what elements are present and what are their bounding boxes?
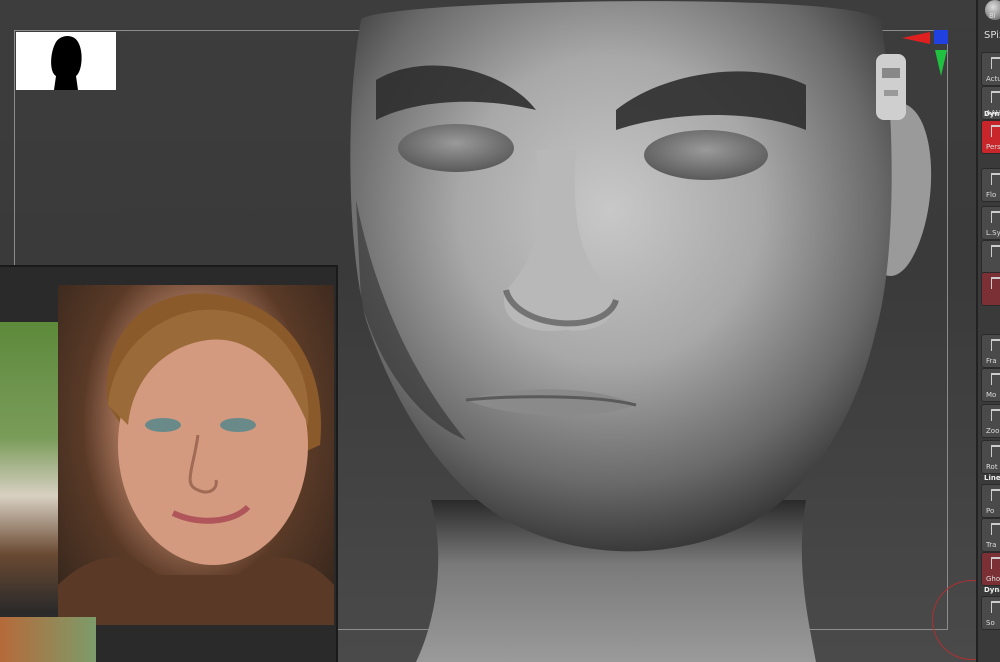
brush-label: Bl bbox=[989, 12, 996, 20]
frame-icon bbox=[991, 339, 1000, 351]
shelf-button-label: Mo bbox=[986, 391, 997, 399]
portrait-illustration bbox=[58, 293, 334, 625]
shelf-button-label: Pers bbox=[986, 143, 1000, 151]
xyz-icon bbox=[991, 245, 1000, 257]
actual-icon bbox=[991, 57, 1000, 69]
transparency-icon bbox=[991, 523, 1000, 535]
reference-portrait-image bbox=[58, 285, 334, 625]
shelf-button-label: Flo bbox=[986, 191, 997, 199]
shelf-button-label: Zoo bbox=[986, 427, 1000, 435]
shelf-button-label: L.Sy bbox=[986, 229, 1000, 237]
shelf-button-polyf[interactable]: Po bbox=[981, 484, 1000, 518]
ghost-icon bbox=[991, 557, 1000, 569]
floor-icon bbox=[991, 173, 1000, 185]
silhouette-thumbnail bbox=[16, 32, 116, 90]
shelf-button-label: Tra bbox=[986, 541, 997, 549]
shelf-button-label: Gho bbox=[986, 575, 1000, 583]
reference-image-left bbox=[0, 322, 58, 612]
reference-image-panel[interactable] bbox=[0, 265, 338, 662]
shelf-button-rotate[interactable]: Rot bbox=[981, 440, 1000, 474]
reference-image-bottom bbox=[0, 617, 96, 662]
shelf-button-solo[interactable]: So bbox=[981, 596, 1000, 630]
shelf-button-label: Rot bbox=[986, 463, 998, 471]
solo-icon bbox=[991, 601, 1000, 613]
shelf-button-persp[interactable]: Pers bbox=[981, 120, 1000, 154]
shelf-section-heading: Line bbox=[984, 474, 1000, 482]
shelf-button-lsym[interactable]: L.Sy bbox=[981, 206, 1000, 240]
shelf-button-transp[interactable]: Tra bbox=[981, 518, 1000, 552]
shelf-section-heading: Dyna bbox=[984, 110, 1000, 118]
right-tool-shelf: Bl SPix ActuAAHPersDynaFloL.SyFraMoZooRo… bbox=[976, 0, 1000, 662]
perspective-icon bbox=[991, 125, 1000, 137]
spix-label: SPix bbox=[984, 30, 1000, 41]
move-hand-icon bbox=[991, 373, 1000, 385]
shelf-button-floor[interactable]: Flo bbox=[981, 168, 1000, 202]
shelf-button-label: So bbox=[986, 619, 995, 627]
shelf-button-xyz[interactable] bbox=[981, 240, 1000, 274]
shelf-button-dyna2[interactable] bbox=[981, 272, 1000, 306]
silhouette-head-icon bbox=[51, 36, 82, 90]
shelf-button-actual[interactable]: Actu bbox=[981, 52, 1000, 86]
rotate-axis-icon bbox=[991, 277, 1000, 289]
viewport-canvas[interactable] bbox=[0, 0, 976, 662]
axis-gizmo-icon[interactable] bbox=[902, 30, 952, 78]
shelf-button-label: Fra bbox=[986, 357, 997, 365]
shelf-button-ghost[interactable]: Gho bbox=[981, 552, 1000, 586]
shelf-button-frame[interactable]: Fra bbox=[981, 334, 1000, 368]
shelf-button-label: Actu bbox=[986, 75, 1000, 83]
rotate-icon bbox=[991, 445, 1000, 457]
shelf-button-move[interactable]: Mo bbox=[981, 368, 1000, 402]
shelf-button-zoom[interactable]: Zoo bbox=[981, 404, 1000, 438]
polyframe-icon bbox=[991, 489, 1000, 501]
zoom-icon bbox=[991, 409, 1000, 421]
shelf-button-label: Po bbox=[986, 507, 995, 515]
local-symmetry-icon bbox=[991, 211, 1000, 223]
shelf-section-heading: Dyna bbox=[984, 586, 1000, 594]
aahalf-icon bbox=[991, 91, 1000, 103]
